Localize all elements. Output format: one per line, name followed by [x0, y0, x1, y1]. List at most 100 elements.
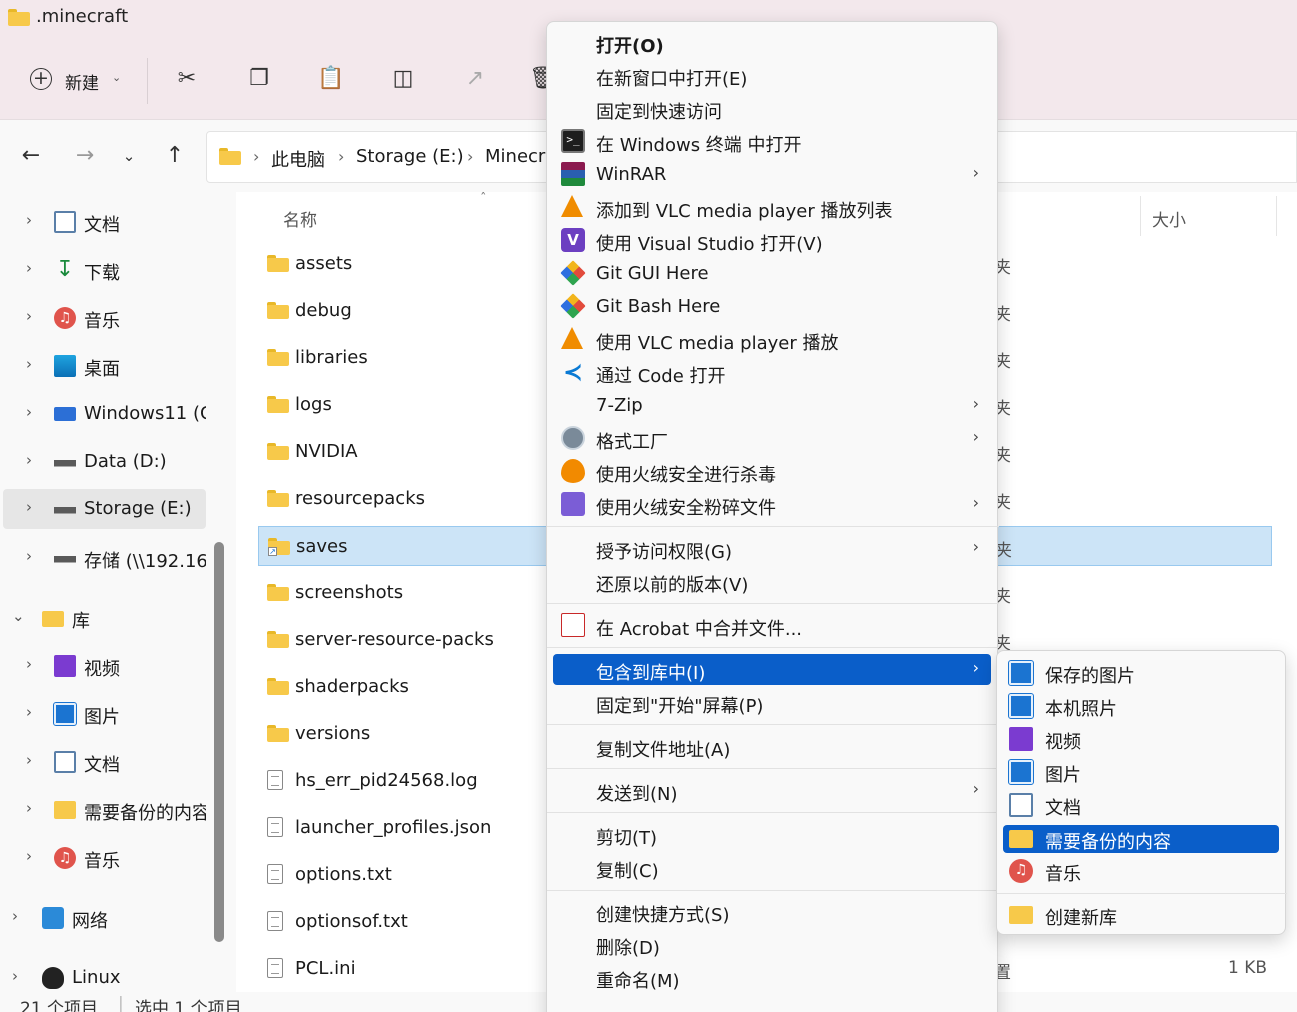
forward-arrow-icon[interactable]: →	[70, 141, 100, 171]
context-menu-item[interactable]: WinRAR ›	[553, 159, 991, 190]
chevron-right-icon[interactable]: ›	[26, 547, 32, 565]
submenu-item[interactable]: 创建新库	[1003, 901, 1279, 929]
chevron-right-icon[interactable]: ›	[26, 259, 32, 277]
nav-item-label: Storage (E:)	[84, 498, 192, 519]
chevron-right-icon[interactable]: ›	[26, 451, 32, 469]
vlc-icon	[561, 327, 583, 349]
context-menu-item[interactable]: 还原以前的版本(V)	[553, 566, 991, 597]
column-header-size[interactable]: 大小	[1152, 206, 1186, 231]
context-menu-item[interactable]: >_ 在 Windows 终端 中打开	[553, 126, 991, 157]
rename-icon[interactable]: ◫	[388, 64, 418, 94]
context-menu-item[interactable]: V 使用 Visual Studio 打开(V)	[553, 225, 991, 256]
submenu-item[interactable]: 保存的图片	[1003, 659, 1279, 687]
nav-item-windows-drive[interactable]: › Windows11 (C	[0, 394, 207, 434]
chevron-right-icon[interactable]: ›	[12, 907, 18, 925]
context-menu-item[interactable]: 重命名(M)	[553, 962, 991, 993]
format-factory-icon	[561, 426, 585, 450]
context-menu-item[interactable]: 删除(D)	[553, 929, 991, 960]
recent-chevron-icon[interactable]: ⌄	[114, 141, 144, 171]
nav-item-network[interactable]: › 网络	[0, 898, 207, 938]
chevron-right-icon[interactable]: ›	[26, 498, 32, 516]
music-icon: ♫	[54, 847, 76, 869]
up-arrow-icon[interactable]: ↑	[160, 141, 190, 171]
nav-item-music[interactable]: › ♫ 音乐	[0, 298, 207, 338]
nav-item-network-storage[interactable]: › 存储 (\\192.16	[0, 538, 207, 578]
chevron-right-icon[interactable]: ›	[26, 847, 32, 865]
context-menu-item[interactable]: 固定到"开始"屏幕(P)	[553, 687, 991, 718]
chevron-right-icon[interactable]: ›	[26, 211, 32, 229]
submenu-item[interactable]: 文档	[1003, 791, 1279, 819]
new-button-label: 新建	[65, 74, 99, 94]
nav-item-pictures[interactable]: › 图片	[0, 694, 207, 734]
git-icon	[560, 293, 586, 319]
nav-item-label: 库	[72, 611, 90, 632]
nav-item-documents[interactable]: › 文档	[0, 202, 207, 242]
chevron-right-icon[interactable]: ›	[26, 751, 32, 769]
submenu-item[interactable]: 本机照片	[1003, 692, 1279, 720]
submenu-item[interactable]: ♫ 音乐	[1003, 857, 1279, 885]
json-file-icon	[267, 817, 283, 837]
share-icon[interactable]: ↗	[460, 64, 490, 94]
context-menu-item[interactable]: 复制文件地址(A)	[553, 731, 991, 762]
nav-item-library-music[interactable]: › ♫ 音乐	[0, 838, 207, 878]
new-button[interactable]: + 新建 ⌄	[26, 62, 136, 98]
chevron-right-icon[interactable]: ›	[26, 403, 32, 421]
menu-separator	[547, 647, 999, 648]
nav-item-library-documents[interactable]: › 文档	[0, 742, 207, 782]
context-menu-item[interactable]: ≺ 通过 Code 打开	[553, 357, 991, 388]
context-menu-item[interactable]: 在新窗口中打开(E)	[553, 60, 991, 91]
chevron-right-icon[interactable]: ›	[26, 307, 32, 325]
context-menu-item[interactable]: 添加到 VLC media player 播放列表	[553, 192, 991, 223]
chevron-right-icon[interactable]: ›	[26, 355, 32, 373]
nav-item-videos[interactable]: › 视频	[0, 646, 207, 686]
nav-item-data-drive[interactable]: › Data (D:)	[0, 442, 207, 482]
context-menu-item[interactable]: 固定到快速访问	[553, 93, 991, 124]
breadcrumb-storage[interactable]: Storage (E:)	[356, 146, 464, 167]
context-menu-item[interactable]: 格式工厂 ›	[553, 423, 991, 454]
nav-item-downloads[interactable]: › ↧ 下载	[0, 250, 207, 290]
nav-item-desktop[interactable]: › 桌面	[0, 346, 207, 386]
include-in-library-submenu: 保存的图片本机照片视频图片文档需要备份的内容 ♫ 音乐创建新库	[996, 650, 1287, 935]
context-menu-item[interactable]: 包含到库中(I) ›	[553, 654, 991, 685]
submenu-label: 需要备份的内容	[1045, 832, 1171, 853]
context-menu-item[interactable]: 复制(C)	[553, 852, 991, 883]
submenu-item[interactable]: 需要备份的内容	[1003, 825, 1279, 853]
file-name: server-resource-packs	[295, 629, 494, 650]
context-menu-item[interactable]: 发送到(N) ›	[553, 775, 991, 806]
back-arrow-icon[interactable]: ←	[16, 141, 46, 171]
chevron-right-icon[interactable]: ›	[26, 799, 32, 817]
drive-icon	[54, 451, 76, 473]
nav-item-storage-drive[interactable]: › Storage (E:)	[3, 489, 206, 529]
breadcrumb-minecraft[interactable]: Minecr	[485, 146, 545, 167]
context-menu-item[interactable]: 7-Zip ›	[553, 390, 991, 421]
context-menu-label: Git GUI Here	[596, 263, 709, 284]
context-menu-item[interactable]: 剪切(T)	[553, 819, 991, 850]
paste-icon[interactable]: 📋	[316, 64, 346, 94]
file-name: hs_err_pid24568.log	[295, 770, 478, 791]
context-menu-label: 创建快捷方式(S)	[596, 905, 730, 926]
submenu-item[interactable]: 视频	[1003, 725, 1279, 753]
nav-scrollbar[interactable]	[214, 542, 224, 942]
nav-item-backup-library[interactable]: › 需要备份的内容	[0, 790, 207, 830]
nav-item-libraries[interactable]: ⌄ 库	[0, 598, 207, 638]
context-menu-item[interactable]: 使用火绒安全粉碎文件 ›	[553, 489, 991, 520]
context-menu-item[interactable]: Git GUI Here	[553, 258, 991, 289]
context-menu-item[interactable]: 打开(O)	[553, 27, 991, 58]
context-menu-item[interactable]: 授予访问权限(G) ›	[553, 533, 991, 564]
cut-icon[interactable]: ✂	[172, 64, 202, 94]
column-header-name[interactable]: 名称	[283, 206, 317, 231]
context-menu-item[interactable]: 使用火绒安全进行杀毒	[553, 456, 991, 487]
context-menu-item[interactable]: 使用 VLC media player 播放	[553, 324, 991, 355]
submenu-item[interactable]: 图片	[1003, 758, 1279, 786]
context-menu-item[interactable]: Git Bash Here	[553, 291, 991, 322]
chevron-right-icon[interactable]: ›	[26, 703, 32, 721]
chevron-right-icon[interactable]: ›	[26, 655, 32, 673]
column-separator[interactable]	[1140, 196, 1141, 236]
breadcrumb-this-pc[interactable]: 此电脑	[271, 146, 325, 172]
chevron-right-icon[interactable]: ›	[12, 967, 18, 985]
column-separator[interactable]	[1276, 196, 1277, 236]
copy-icon[interactable]: ❐	[244, 64, 274, 94]
context-menu-item[interactable]: 创建快捷方式(S)	[553, 896, 991, 927]
context-menu-item[interactable]: 在 Acrobat 中合并文件...	[553, 610, 991, 641]
chevron-down-icon[interactable]: ⌄	[12, 607, 25, 625]
